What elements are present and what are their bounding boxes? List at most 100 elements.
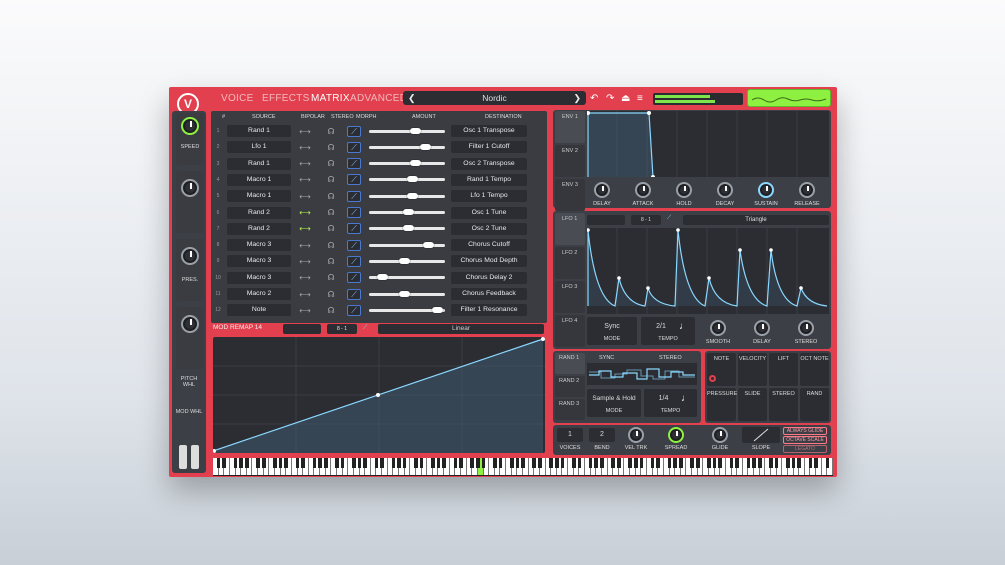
- lfo-tab[interactable]: LFO 1: [555, 213, 585, 245]
- octave-scale-button[interactable]: OCTAVE SCALE: [783, 436, 827, 444]
- black-key[interactable]: [363, 458, 367, 468]
- lfo-tab[interactable]: LFO 2: [555, 247, 585, 279]
- black-key[interactable]: [774, 458, 779, 468]
- amount-slider[interactable]: [369, 274, 445, 281]
- amount-handle[interactable]: [399, 290, 411, 297]
- voices-value[interactable]: 1: [557, 428, 583, 442]
- black-key[interactable]: [470, 458, 475, 468]
- black-key[interactable]: [498, 458, 503, 468]
- black-key[interactable]: [532, 458, 537, 468]
- black-key[interactable]: [239, 458, 243, 468]
- macro-2-knob[interactable]: [181, 179, 199, 197]
- bipolar-toggle-icon[interactable]: ⟷: [291, 192, 319, 201]
- env-tab[interactable]: ENV 3: [555, 179, 585, 211]
- amount-handle[interactable]: [431, 306, 443, 313]
- amount-slider[interactable]: [369, 160, 445, 167]
- bend-value[interactable]: 2: [589, 428, 615, 442]
- black-key[interactable]: [588, 458, 593, 468]
- row-source[interactable]: Rand 1: [227, 157, 291, 170]
- black-key[interactable]: [323, 458, 328, 468]
- rand-tempo[interactable]: 1/4 ♩ TEMPO: [644, 389, 697, 417]
- env-knob[interactable]: [717, 182, 733, 198]
- row-destination[interactable]: Chorus Delay 2: [451, 271, 527, 284]
- mod-source-cell[interactable]: PRESSURE: [707, 388, 737, 421]
- row-destination[interactable]: Osc 2 Transpose: [451, 157, 527, 170]
- macro-2[interactable]: [176, 171, 204, 233]
- black-key[interactable]: [814, 458, 818, 468]
- always-glide-button[interactable]: ALWAYS GLIDE: [783, 427, 827, 435]
- amount-handle[interactable]: [407, 192, 419, 199]
- mod-source-cell[interactable]: SLIDE: [738, 388, 767, 421]
- black-key[interactable]: [414, 458, 418, 468]
- black-key[interactable]: [459, 458, 463, 468]
- amount-slider[interactable]: [369, 257, 445, 264]
- row-destination[interactable]: Chorus Mod Depth: [451, 255, 527, 268]
- black-key[interactable]: [295, 458, 300, 468]
- menu-icon[interactable]: ≡: [637, 93, 643, 104]
- tab-voice[interactable]: VOICE: [221, 93, 254, 104]
- black-key[interactable]: [679, 458, 683, 468]
- row-destination[interactable]: Filter 1 Resonance: [451, 304, 527, 317]
- amount-handle[interactable]: [409, 160, 421, 167]
- stereo-toggle-icon[interactable]: ☊: [319, 224, 343, 233]
- morph-toggle-icon[interactable]: ⟋: [347, 304, 361, 316]
- black-key[interactable]: [707, 458, 711, 468]
- morph-toggle-icon[interactable]: ⟋: [347, 125, 361, 137]
- vel-trk-knob[interactable]: [628, 427, 644, 443]
- macro-1-knob[interactable]: [181, 117, 199, 135]
- black-key[interactable]: [667, 458, 672, 468]
- black-key[interactable]: [278, 458, 283, 468]
- black-key[interactable]: [453, 458, 458, 468]
- black-key[interactable]: [431, 458, 435, 468]
- macro-4[interactable]: [176, 307, 204, 369]
- env-knob[interactable]: [594, 182, 610, 198]
- amount-slider[interactable]: [369, 225, 445, 232]
- lfo-tab[interactable]: LFO 3: [555, 281, 585, 313]
- black-key[interactable]: [769, 458, 773, 468]
- slope-graph[interactable]: [742, 427, 780, 443]
- black-key[interactable]: [752, 458, 756, 468]
- row-destination[interactable]: Rand 1 Tempo: [451, 173, 527, 186]
- row-source[interactable]: Macro 2: [227, 288, 291, 300]
- black-key[interactable]: [791, 458, 796, 468]
- spread-knob[interactable]: [668, 427, 684, 443]
- legato-button[interactable]: LEGATO: [783, 445, 827, 453]
- amount-slider[interactable]: [369, 176, 445, 183]
- row-source[interactable]: Rand 1: [227, 125, 291, 137]
- black-key[interactable]: [273, 458, 277, 468]
- stereo-toggle-icon[interactable]: ☊: [319, 159, 343, 168]
- env-knob[interactable]: [799, 182, 815, 198]
- black-key[interactable]: [397, 458, 401, 468]
- black-key[interactable]: [357, 458, 362, 468]
- black-key[interactable]: [555, 458, 559, 468]
- bipolar-toggle-icon[interactable]: ⟷: [291, 159, 319, 168]
- row-source[interactable]: Macro 1: [227, 173, 291, 186]
- amount-slider[interactable]: [369, 192, 445, 199]
- stereo-toggle-icon[interactable]: ☊: [319, 143, 343, 152]
- amount-slider[interactable]: [369, 209, 445, 215]
- env-knob[interactable]: [676, 182, 692, 198]
- black-key[interactable]: [481, 458, 486, 468]
- redo-icon[interactable]: ↷: [606, 93, 614, 104]
- black-key[interactable]: [340, 458, 345, 468]
- lfo-mode[interactable]: Sync MODE: [587, 317, 637, 345]
- black-key[interactable]: [797, 458, 801, 468]
- black-key[interactable]: [245, 458, 249, 468]
- macro-3-knob[interactable]: [181, 247, 199, 265]
- row-source[interactable]: Macro 3: [227, 255, 291, 268]
- morph-toggle-icon[interactable]: ⟋: [347, 158, 361, 170]
- stereo-toggle-icon[interactable]: ☊: [319, 175, 343, 184]
- volume-meter[interactable]: [653, 93, 743, 105]
- black-key[interactable]: [374, 458, 379, 468]
- black-key[interactable]: [301, 458, 305, 468]
- black-key[interactable]: [261, 458, 266, 468]
- black-key[interactable]: [825, 458, 830, 468]
- env-knob[interactable]: [635, 182, 651, 198]
- black-key[interactable]: [509, 458, 514, 468]
- black-key[interactable]: [515, 458, 520, 468]
- tab-advanced[interactable]: ADVANCED: [350, 93, 407, 104]
- black-key[interactable]: [746, 458, 751, 468]
- morph-toggle-icon[interactable]: ⟋: [347, 207, 361, 218]
- row-destination[interactable]: Osc 2 Tune: [451, 222, 527, 235]
- lfo-knob[interactable]: [710, 320, 726, 336]
